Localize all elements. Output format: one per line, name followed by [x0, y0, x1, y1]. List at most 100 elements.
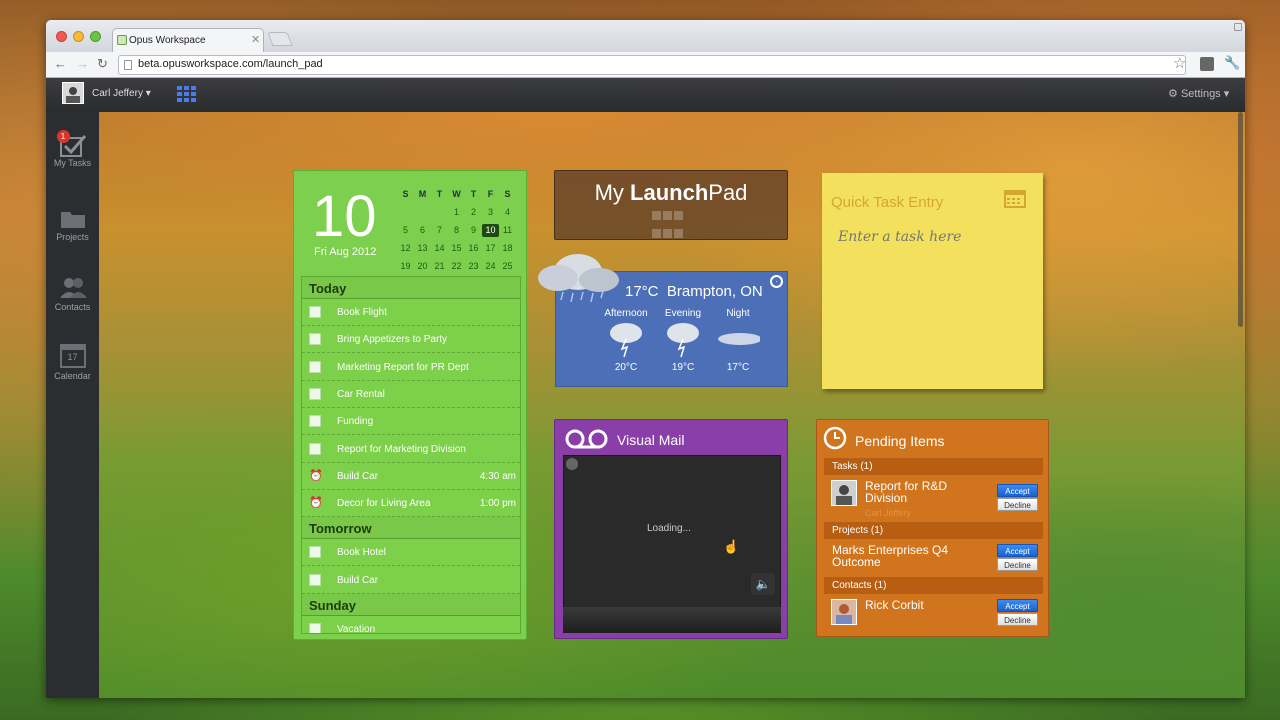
fullscreen-icon[interactable]	[1234, 23, 1242, 31]
tab-close-icon[interactable]: ✕	[251, 33, 260, 46]
task-row[interactable]: Bring Appetizers to Party	[302, 326, 520, 354]
calendar-day[interactable]: 25	[499, 260, 516, 273]
task-checkbox[interactable]	[309, 415, 321, 428]
calendar-day[interactable]: 7	[431, 224, 448, 237]
calendar-day[interactable]: 9	[465, 224, 482, 237]
calendar-day[interactable]: 18	[499, 242, 516, 255]
task-checkbox[interactable]	[309, 360, 321, 373]
calendar-day[interactable]: 17	[482, 242, 499, 255]
calendar-day[interactable]: 22	[448, 260, 465, 273]
calendar-day[interactable]: 1	[448, 206, 465, 219]
pending-project-name[interactable]: Marks Enterprises Q4 Outcome	[832, 544, 982, 568]
accept-button[interactable]: Accept	[997, 599, 1038, 612]
fog-icon	[718, 333, 762, 345]
task-row[interactable]: Report for Marketing Division	[302, 436, 520, 463]
forecast-afternoon: Afternoon 20°C	[598, 308, 654, 373]
task-text: Decor for Living Area	[337, 498, 431, 510]
task-section-header: Today	[302, 277, 520, 299]
accept-button[interactable]: Accept	[997, 544, 1038, 557]
decline-button[interactable]: Decline	[997, 613, 1038, 626]
apps-grid-icon[interactable]	[175, 84, 201, 104]
pending-task-name[interactable]: Report for R&D Division	[865, 480, 990, 504]
task-checkbox[interactable]	[309, 306, 321, 318]
calendar-day[interactable]: 3	[482, 206, 499, 219]
calendar-day[interactable]: 19	[397, 260, 414, 273]
people-icon	[59, 278, 87, 298]
calendar-day[interactable]: 4	[499, 206, 516, 219]
task-row[interactable]: ⏰ Decor for Living Area 1:00 pm	[302, 490, 520, 518]
calendar-day[interactable]: 21	[431, 260, 448, 273]
bookmark-star-icon[interactable]: ☆	[1173, 54, 1186, 72]
weekday-header: F	[487, 189, 494, 199]
volume-icon[interactable]: 🔈	[751, 573, 775, 595]
wrench-icon[interactable]: 🔧	[1224, 55, 1240, 71]
close-window-button[interactable]	[56, 31, 67, 42]
task-checkbox[interactable]	[309, 573, 321, 586]
sidebar-item-contacts[interactable]: Contacts	[46, 276, 99, 312]
player-controls-bar[interactable]	[563, 607, 781, 633]
task-text: Marketing Report for PR Dept	[337, 361, 469, 373]
storm-icon	[667, 323, 699, 358]
task-row[interactable]: Funding	[302, 408, 520, 436]
sidebar-item-my-tasks[interactable]: 1 My Tasks	[46, 130, 99, 168]
quick-task-input[interactable]	[838, 229, 1028, 245]
player-logo-icon	[566, 458, 578, 470]
extension-icon[interactable]	[1200, 57, 1214, 71]
task-row[interactable]: Marketing Report for PR Dept	[302, 354, 520, 381]
weekday-header: S	[402, 189, 409, 199]
calendar-day[interactable]: 12	[397, 242, 414, 255]
forecast-temp: 20°C	[614, 362, 638, 373]
back-icon[interactable]: ←	[54, 56, 67, 71]
maximize-window-button[interactable]	[90, 31, 101, 42]
current-temp: 17°C	[625, 283, 659, 300]
calendar-day[interactable]: 11	[499, 224, 516, 237]
pending-contact-name[interactable]: Rick Corbit	[865, 599, 924, 611]
calendar-icon: 17	[59, 344, 86, 368]
minimize-window-button[interactable]	[73, 31, 84, 42]
calendar-day[interactable]: 20	[414, 260, 431, 273]
task-row[interactable]: Vacation	[302, 616, 520, 633]
projects-section-header: Projects (1)	[824, 522, 1043, 539]
task-checkbox[interactable]	[309, 442, 321, 455]
task-checkbox[interactable]	[309, 387, 321, 400]
calendar-day[interactable]: 13	[414, 242, 431, 255]
forecast-label: Afternoon	[604, 308, 648, 319]
sidebar-item-label: My Tasks	[53, 158, 92, 168]
calendar-day[interactable]: 23	[465, 260, 482, 273]
accept-button[interactable]: Accept	[997, 484, 1038, 497]
weather-settings-icon[interactable]: ·	[770, 275, 783, 288]
calendar-icon[interactable]	[1004, 190, 1026, 208]
rain-cloud-icon	[538, 254, 619, 303]
user-menu[interactable]: Carl Jeffery ▾	[92, 88, 151, 99]
reload-icon[interactable]: ↻	[97, 56, 108, 72]
decline-button[interactable]: Decline	[997, 558, 1038, 571]
forward-icon[interactable]: →	[76, 56, 89, 71]
weather-current: 17°C Brampton, ON	[625, 283, 763, 300]
calendar-day[interactable]: 16	[465, 242, 482, 255]
decline-button[interactable]: Decline	[997, 498, 1038, 511]
calendar-day[interactable]: 6	[414, 224, 431, 237]
settings-menu[interactable]: ⚙ Settings ▾	[1168, 87, 1229, 100]
calendar-day[interactable]: 10	[482, 224, 499, 237]
task-row[interactable]: Book Hotel	[302, 539, 520, 567]
weekday-header: S	[504, 189, 511, 199]
alarm-clock-icon: ⏰	[309, 469, 323, 482]
task-checkbox[interactable]	[309, 333, 321, 346]
sidebar-item-calendar[interactable]: 17 Calendar	[46, 344, 99, 381]
calendar-day[interactable]: 24	[482, 260, 499, 273]
page-scrollbar[interactable]	[1238, 112, 1243, 327]
user-avatar[interactable]	[62, 82, 84, 104]
calendar-day[interactable]: 15	[448, 242, 465, 255]
calendar-day[interactable]: 2	[465, 206, 482, 219]
task-row[interactable]: Book Flight	[302, 299, 520, 326]
task-checkbox[interactable]	[309, 623, 321, 633]
sidebar-item-projects[interactable]: Projects	[46, 208, 99, 242]
task-checkbox[interactable]	[309, 546, 321, 559]
layout-grid-icon[interactable]	[651, 208, 691, 238]
calendar-day[interactable]: 5	[397, 224, 414, 237]
task-row[interactable]: Car Rental	[302, 381, 520, 408]
calendar-day[interactable]: 8	[448, 224, 465, 237]
calendar-day[interactable]: 14	[431, 242, 448, 255]
task-row[interactable]: Build Car	[302, 567, 520, 594]
task-row[interactable]: ⏰ Build Car 4:30 am	[302, 463, 520, 490]
